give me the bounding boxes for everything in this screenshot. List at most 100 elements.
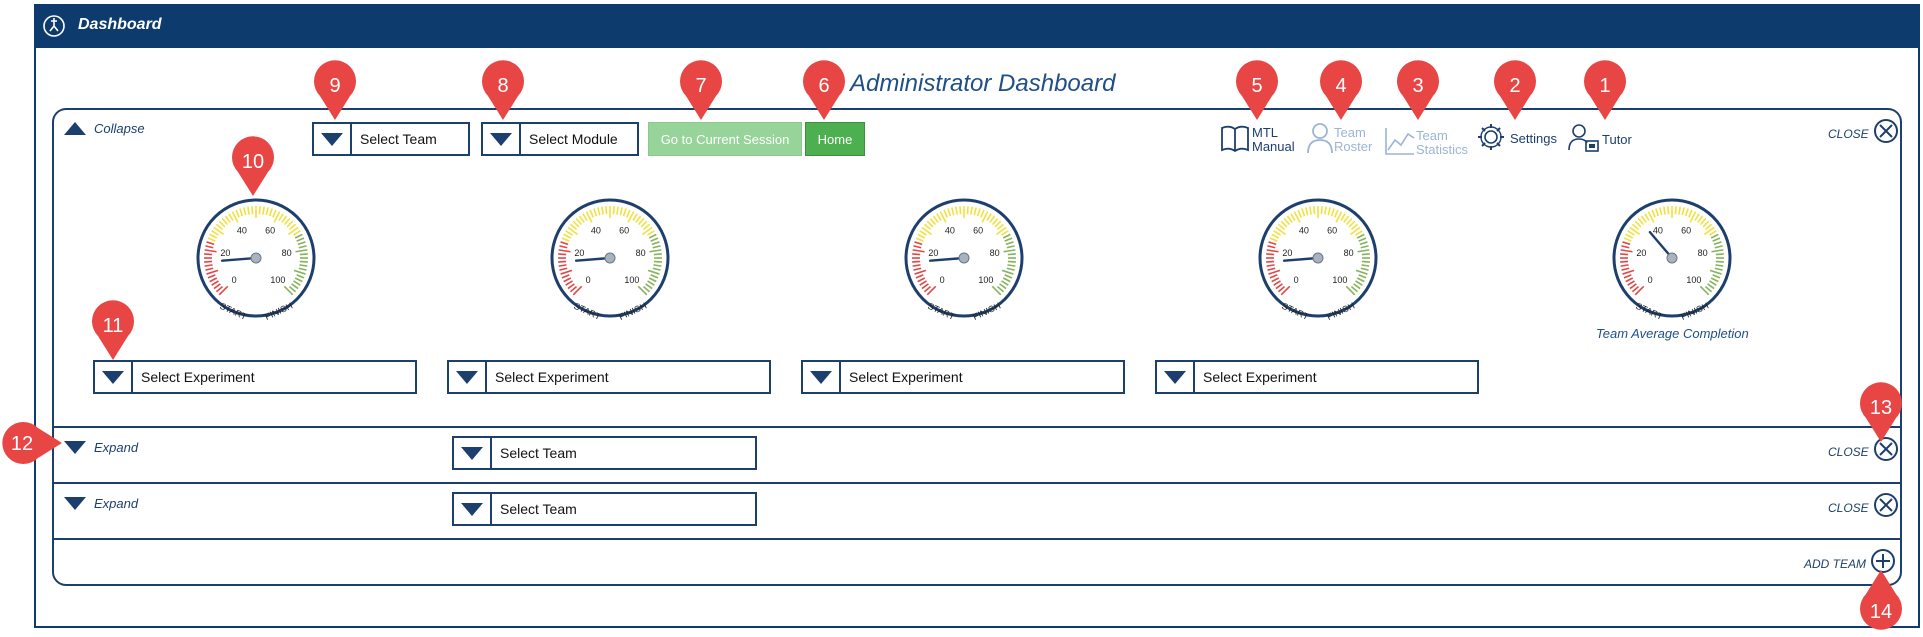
select-module-dropdown[interactable]: Select Module <box>481 122 639 156</box>
gauge-tick-label: 0 <box>232 275 237 285</box>
chevron-down-icon <box>803 362 841 392</box>
experiment-gauge-2: 0 20 40 60 80 100 START FINISH <box>546 196 674 324</box>
marker-number: 6 <box>818 75 829 97</box>
tutor-button[interactable]: Tutor <box>1568 122 1632 157</box>
close-icon <box>1873 118 1899 149</box>
gauge-tick <box>558 260 567 263</box>
select-experiment-dropdown-1[interactable]: Select Experiment <box>93 360 417 394</box>
line-chart-icon <box>1384 126 1416 159</box>
go-to-current-session-button[interactable]: Go to Current Session <box>648 122 802 156</box>
select-team-label: Select Team <box>500 501 577 517</box>
select-team-3-dropdown[interactable]: Select Team <box>452 492 757 526</box>
gauge-tick-label: 60 <box>973 225 983 235</box>
callout-marker-5: 5 <box>1232 58 1282 122</box>
close-label: CLOSE <box>1828 444 1869 459</box>
progress-gauge: 02040 6080100START FINISH <box>196 198 316 322</box>
gauge-hub <box>1666 252 1678 264</box>
callout-marker-2: 2 <box>1490 58 1540 122</box>
gauge-tick <box>612 206 615 215</box>
callout-marker-7: 7 <box>676 58 726 122</box>
gauge-tick-label: 40 <box>591 225 601 235</box>
select-experiment-dropdown-3[interactable]: Select Experiment <box>801 360 1125 394</box>
person-icon <box>1306 122 1334 157</box>
callout-marker-6: 6 <box>799 58 849 122</box>
gauge-hub <box>250 252 262 264</box>
add-team-panel <box>52 538 1902 586</box>
gauge-hub <box>604 252 616 264</box>
progress-gauge: 02040 6080100START FINISH <box>904 198 1024 322</box>
marker-number: 10 <box>242 151 264 173</box>
callout-marker-10: 10 <box>228 134 278 198</box>
marker-number: 13 <box>1870 397 1892 419</box>
select-experiment-dropdown-2[interactable]: Select Experiment <box>447 360 771 394</box>
gauge-tick-label: 0 <box>1294 275 1299 285</box>
experiment-gauge-1: 0 20 40 60 80 100 START FINISH <box>192 196 320 324</box>
expand-label: Expand <box>94 440 139 455</box>
progress-gauge: 02040 6080100START FINISH <box>550 198 670 322</box>
gauge-tick <box>1361 260 1370 263</box>
gauge-tick-label: 20 <box>1636 248 1646 258</box>
manual-label: Manual <box>1252 138 1295 154</box>
marker-number: 14 <box>1870 601 1892 623</box>
settings-button[interactable]: Settings <box>1476 122 1557 155</box>
close-label: CLOSE <box>1828 126 1869 141</box>
gauge-tick <box>251 206 254 215</box>
chevron-down-icon <box>95 362 133 392</box>
home-button[interactable]: Home <box>805 122 865 156</box>
team-panel-3 <box>52 482 1902 538</box>
gauge-tick-label: 20 <box>1282 248 1292 258</box>
close-team-1-button[interactable]: CLOSE <box>1828 118 1899 149</box>
gauge-tick <box>204 260 213 263</box>
chevron-down-icon <box>449 362 487 392</box>
gauge-tick <box>1266 253 1275 256</box>
mtl-manual-button[interactable]: MTL Manual <box>1220 124 1295 155</box>
callout-marker-3: 3 <box>1393 58 1443 122</box>
mtl-label: MTL <box>1252 124 1278 140</box>
callout-marker-11: 11 <box>88 298 138 362</box>
settings-label: Settings <box>1510 131 1557 146</box>
select-team-dropdown[interactable]: Select Team <box>312 122 470 156</box>
gauge-tick <box>1715 253 1724 256</box>
gauge-tick <box>1266 260 1275 263</box>
chevron-down-icon <box>483 124 521 154</box>
select-experiment-label: Select Experiment <box>495 369 609 385</box>
gauge-tick-label: 20 <box>220 248 230 258</box>
gauge-tick <box>299 253 308 256</box>
expand-team-2-button[interactable]: Expand <box>64 440 138 455</box>
gauge-tick <box>653 260 662 263</box>
expand-team-3-button[interactable]: Expand <box>64 496 138 511</box>
compass-icon <box>42 14 66 43</box>
expand-label: Expand <box>94 496 139 511</box>
collapse-button[interactable]: Collapse <box>64 121 145 136</box>
gauge-tick-label: 0 <box>586 275 591 285</box>
gauge-tick-label: 100 <box>1332 275 1347 285</box>
gauge-tick-label: 80 <box>1698 248 1708 258</box>
team-statistics-button[interactable]: Team Statistics <box>1384 126 1468 159</box>
collapse-label: Collapse <box>94 121 145 136</box>
team-roster-button[interactable]: Team Roster <box>1306 122 1372 157</box>
callout-marker-1: 1 <box>1580 58 1630 122</box>
close-team-3-button[interactable]: CLOSE <box>1828 492 1899 523</box>
select-module-label: Select Module <box>529 131 618 147</box>
gauge-tick <box>1313 206 1316 215</box>
gauge-tick <box>258 206 261 215</box>
gauge-tick-label: 60 <box>265 225 275 235</box>
close-label: CLOSE <box>1828 500 1869 515</box>
select-experiment-dropdown-4[interactable]: Select Experiment <box>1155 360 1479 394</box>
team-stats-label-1: Team <box>1416 127 1448 143</box>
gauge-tick-label: 40 <box>945 225 955 235</box>
tutor-icon <box>1568 122 1600 157</box>
chevron-down-icon <box>454 494 492 524</box>
team-stats-label-2: Statistics <box>1416 141 1469 157</box>
select-team-2-dropdown[interactable]: Select Team <box>452 436 757 470</box>
gauge-tick <box>1620 260 1629 263</box>
title-bar: Dashboard <box>34 4 1920 48</box>
gauge-tick-label: 40 <box>1299 225 1309 235</box>
gauge-tick-label: 40 <box>237 225 247 235</box>
gauge-tick-label: 100 <box>270 275 285 285</box>
gauge-tick <box>204 253 213 256</box>
gauge-tick-label: 20 <box>928 248 938 258</box>
gauge-tick <box>1320 206 1323 215</box>
progress-gauge: 02040 6080100START FINISH <box>1612 198 1732 322</box>
gauge-tick <box>1715 260 1724 263</box>
